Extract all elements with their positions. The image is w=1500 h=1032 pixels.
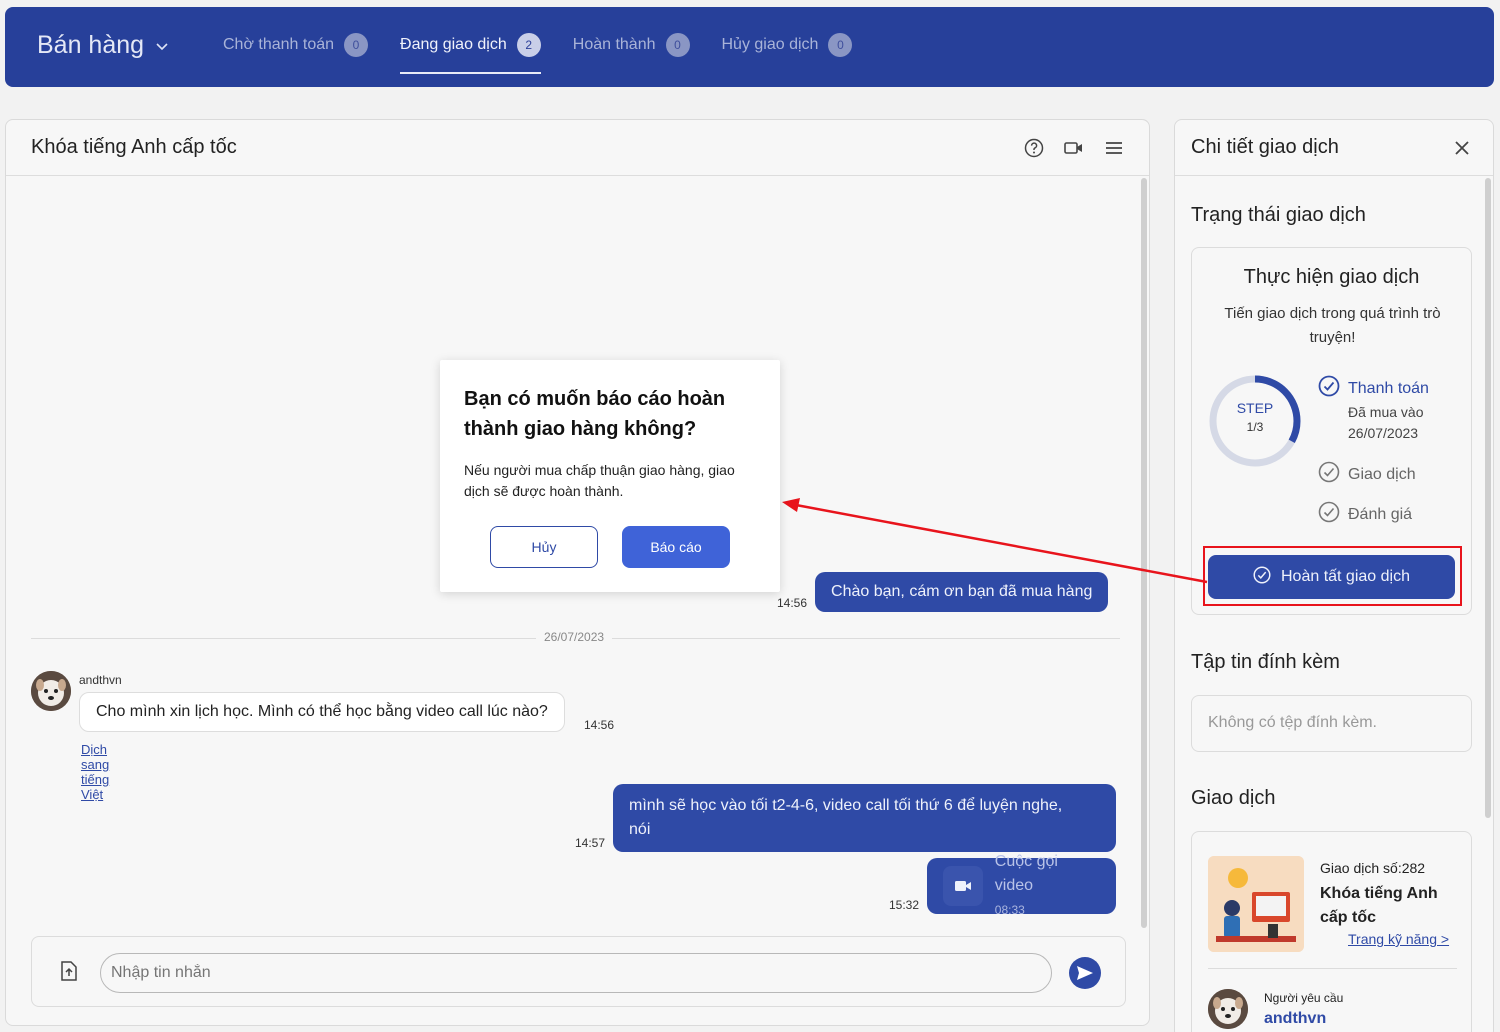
- requester-label: Người yêu cầu: [1264, 991, 1344, 1005]
- app-menu-dropdown[interactable]: Bán hàng: [37, 31, 168, 60]
- step-payment: Thanh toán: [1318, 375, 1429, 402]
- annotation-highlight-box: [1203, 546, 1462, 606]
- count-badge: 0: [665, 33, 690, 57]
- step-label: Thanh toán: [1348, 379, 1429, 397]
- avatar[interactable]: [1208, 989, 1248, 1029]
- message-time: 14:57: [575, 836, 606, 850]
- call-info: Cuộc gọi video 08:33: [995, 850, 1100, 922]
- tab-completed[interactable]: Hoàn thành 0: [572, 33, 690, 74]
- chat-scrollbar[interactable]: [1141, 178, 1147, 928]
- step-indicator: STEP 1/3: [1208, 400, 1302, 434]
- step-label: Giao dịch: [1348, 465, 1416, 483]
- transaction-section-title: Giao dịch: [1191, 787, 1276, 809]
- dialog-body: Nếu người mua chấp thuận giao hàng, giao…: [464, 462, 735, 499]
- step-label: Đánh giá: [1348, 505, 1413, 523]
- upload-file-icon[interactable]: [60, 961, 78, 986]
- cancel-button[interactable]: Hủy: [490, 526, 598, 568]
- incoming-message: andthvn Cho mình xin lịch học. Mình có t…: [31, 671, 614, 802]
- transaction-number: Giao dịch số:282: [1320, 860, 1426, 876]
- message-bubble: Cho mình xin lịch học. Mình có thể học b…: [79, 692, 565, 732]
- message-line: nói: [629, 821, 651, 838]
- attachments-section-title: Tập tin đính kèm: [1191, 651, 1340, 673]
- report-button[interactable]: Báo cáo: [622, 526, 730, 568]
- status-section-title: Trạng thái giao dịch: [1191, 204, 1366, 226]
- skill-page-link[interactable]: Trang kỹ năng >: [1348, 931, 1449, 947]
- requester-name[interactable]: andthvn: [1264, 1010, 1326, 1028]
- tab-label: Hoàn thành: [572, 36, 656, 53]
- tab-cancelled[interactable]: Hủy giao dịch 0: [721, 33, 853, 74]
- step-payment-date: Đã mua vào 26/07/2023: [1348, 402, 1423, 444]
- video-call-bubble[interactable]: Cuộc gọi video 08:33: [927, 853, 1117, 917]
- close-icon[interactable]: [1451, 137, 1473, 159]
- video-camera-icon: [943, 866, 983, 906]
- course-thumbnail[interactable]: [1208, 856, 1304, 952]
- message-input[interactable]: [100, 953, 1052, 993]
- message-composer: [31, 936, 1126, 1007]
- tab-label: Đang giao dịch: [400, 36, 507, 53]
- status-heading: Thực hiện giao dịch: [1243, 266, 1420, 288]
- chat-header: Khóa tiếng Anh cấp tốc: [6, 120, 1149, 176]
- top-navigation-bar: Bán hàng Chờ thanh toán 0 Đang giao dịch…: [5, 7, 1494, 87]
- status-tabs: Chờ thanh toán 0 Đang giao dịch 2 Hoàn t…: [223, 33, 853, 74]
- check-circle-icon: [1318, 375, 1340, 402]
- tab-label: Hủy giao dịch: [721, 36, 819, 53]
- step-fraction: 1/3: [1246, 420, 1264, 434]
- step-sub-date: 26/07/2023: [1348, 425, 1419, 441]
- report-completion-dialog: Bạn có muốn báo cáo hoàn thành giao hàng…: [440, 360, 780, 592]
- outgoing-message: 14:56 Chào bạn, cám ơn bạn đã mua hàng: [777, 572, 1109, 612]
- tab-pending-payment[interactable]: Chờ thanh toán 0: [223, 33, 369, 74]
- dialog-title: Bạn có muốn báo cáo hoàn thành giao hàng…: [464, 388, 726, 440]
- call-title: Cuộc gọi video: [994, 853, 1058, 894]
- message-time: 14:56: [777, 596, 808, 610]
- count-badge: 0: [344, 33, 369, 57]
- sender-name: andthvn: [79, 673, 122, 687]
- app-title: Bán hàng: [37, 31, 145, 59]
- transaction-name: Khóa tiếng Anh cấp tốc: [1320, 885, 1438, 926]
- status-description: Tiến giao dịch trong quá trình trò truyệ…: [1224, 305, 1441, 346]
- message-line: mình sẽ học vào tối t2-4-6, video call t…: [629, 797, 1063, 814]
- transaction-card: Giao dịch số:282 Khóa tiếng Anh cấp tốc …: [1191, 831, 1472, 1032]
- count-badge: 0: [828, 33, 853, 57]
- step-label: STEP: [1236, 400, 1274, 416]
- video-call-message: 15:32 Cuộc gọi video 08:33: [889, 853, 1117, 917]
- tab-label: Chờ thanh toán: [223, 36, 335, 53]
- chat-toolbar: [1023, 137, 1125, 159]
- chevron-down-icon: [156, 39, 168, 54]
- call-duration: 08:33: [994, 903, 1025, 917]
- menu-icon[interactable]: [1103, 137, 1125, 159]
- help-icon[interactable]: [1023, 137, 1045, 159]
- check-circle-icon: [1318, 501, 1340, 528]
- check-circle-icon: [1318, 461, 1340, 488]
- details-scrollbar[interactable]: [1485, 178, 1491, 818]
- details-title: Chi tiết giao dịch: [1191, 136, 1339, 158]
- divider: [1208, 968, 1457, 969]
- step-delivery: Giao dịch: [1318, 461, 1416, 488]
- message-time: 14:56: [584, 718, 615, 732]
- translate-link[interactable]: Dịch sang tiếng Việt: [81, 742, 109, 802]
- tab-in-progress[interactable]: Đang giao dịch 2: [400, 33, 541, 74]
- count-badge: 2: [516, 33, 541, 57]
- attachments-empty: Không có tệp đính kèm.: [1191, 695, 1472, 752]
- message-time: 15:32: [889, 898, 920, 912]
- video-camera-icon[interactable]: [1063, 137, 1085, 159]
- step-review: Đánh giá: [1318, 501, 1412, 528]
- step-sub-label: Đã mua vào: [1348, 404, 1424, 420]
- message-bubble: mình sẽ học vào tối t2-4-6, video call t…: [613, 784, 1117, 852]
- details-header: Chi tiết giao dịch: [1175, 120, 1493, 176]
- outgoing-message: 14:57 mình sẽ học vào tối t2-4-6, video …: [575, 784, 1117, 852]
- date-divider: 26/07/2023: [536, 630, 613, 644]
- send-icon[interactable]: [1069, 957, 1101, 989]
- message-bubble: Chào bạn, cám ơn bạn đã mua hàng: [815, 572, 1109, 612]
- chat-title: Khóa tiếng Anh cấp tốc: [31, 136, 237, 158]
- avatar[interactable]: [31, 671, 71, 711]
